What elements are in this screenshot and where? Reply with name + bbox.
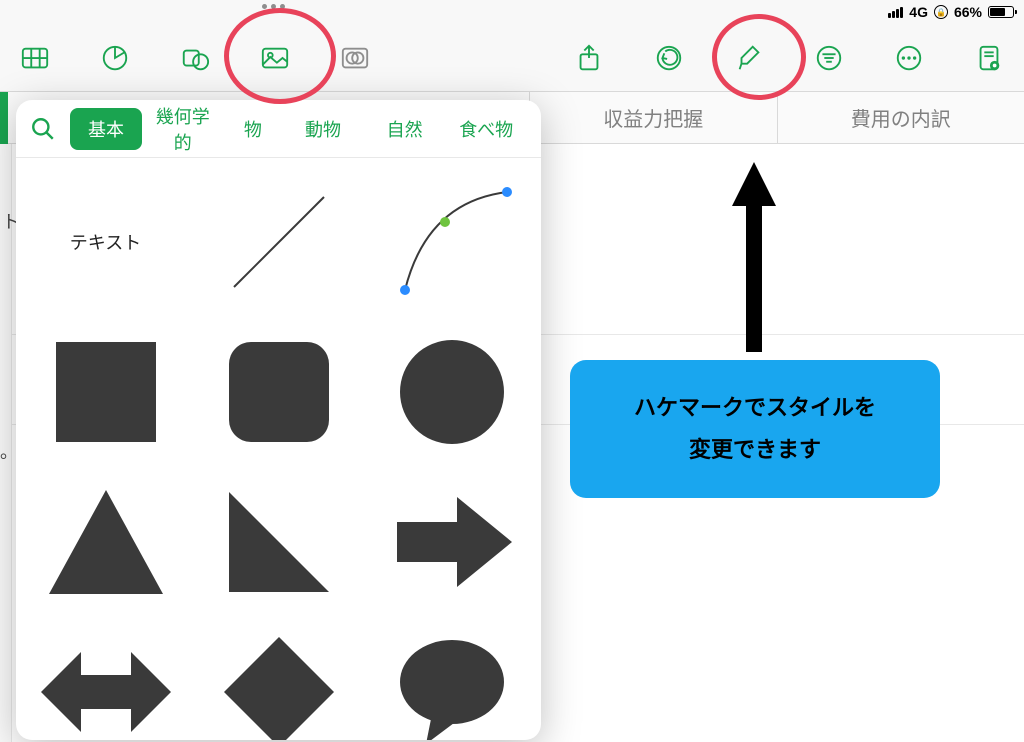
more-button[interactable]	[892, 41, 926, 75]
shape-category-tabs: 基本 幾何学的 物 動物 自然 食べ物	[16, 100, 541, 158]
signal-icon	[888, 7, 903, 18]
category-animals[interactable]: 動物	[282, 108, 364, 150]
network-label: 4G	[909, 4, 928, 20]
insert-media-button[interactable]	[258, 41, 292, 75]
shape-diamond[interactable]	[197, 622, 360, 740]
shape-curve[interactable]	[370, 172, 533, 312]
status-bar: 4G 🔒 66%	[878, 0, 1024, 24]
shape-circle[interactable]	[370, 322, 533, 462]
insert-chart-button[interactable]	[98, 41, 132, 75]
top-toolbar	[0, 24, 1024, 92]
format-brush-button[interactable]	[732, 41, 766, 75]
shape-speech-bubble[interactable]	[370, 622, 533, 740]
search-icon[interactable]	[30, 116, 56, 142]
annotation-callout: ハケマークでスタイルを 変更できます	[570, 360, 940, 498]
battery-label: 66%	[954, 4, 982, 20]
shape-rounded-square[interactable]	[197, 322, 360, 462]
export-button[interactable]	[972, 41, 1006, 75]
tab-expenses[interactable]: 費用の内訳	[778, 92, 1024, 143]
category-basic[interactable]: 基本	[70, 108, 142, 150]
category-objects[interactable]: 物	[224, 108, 283, 150]
shape-arrow-both[interactable]	[24, 622, 187, 740]
left-edge: ト 。	[0, 144, 12, 742]
popover-arrow	[266, 100, 294, 102]
insert-shape-button[interactable]	[178, 41, 212, 75]
shape-right-triangle[interactable]	[197, 472, 360, 612]
battery-icon	[988, 6, 1014, 18]
category-food[interactable]: 食べ物	[445, 108, 527, 150]
window-dots	[262, 4, 285, 9]
shape-arrow-right[interactable]	[370, 472, 533, 612]
category-geometric[interactable]: 幾何学的	[142, 100, 224, 163]
callout-line-2: 変更できます	[689, 429, 821, 471]
insert-table-button[interactable]	[18, 41, 52, 75]
shape-text[interactable]: テキスト	[24, 172, 187, 312]
shape-triangle[interactable]	[24, 472, 187, 612]
shapes-popover: 基本 幾何学的 物 動物 自然 食べ物 テキスト	[16, 100, 541, 740]
shape-line[interactable]	[197, 172, 360, 312]
annotation-arrow	[732, 162, 776, 352]
orientation-lock-icon: 🔒	[934, 5, 948, 19]
undo-button[interactable]	[652, 41, 686, 75]
category-nature[interactable]: 自然	[364, 108, 446, 150]
image-adjust-button[interactable]	[338, 41, 372, 75]
tab-revenue[interactable]: 収益力把握	[530, 92, 778, 143]
callout-line-1: ハケマークでスタイルを	[634, 387, 876, 429]
shapes-grid: テキスト	[16, 158, 541, 740]
active-tab-handle	[0, 92, 8, 144]
share-button[interactable]	[572, 41, 606, 75]
shape-square[interactable]	[24, 322, 187, 462]
filter-button[interactable]	[812, 41, 846, 75]
